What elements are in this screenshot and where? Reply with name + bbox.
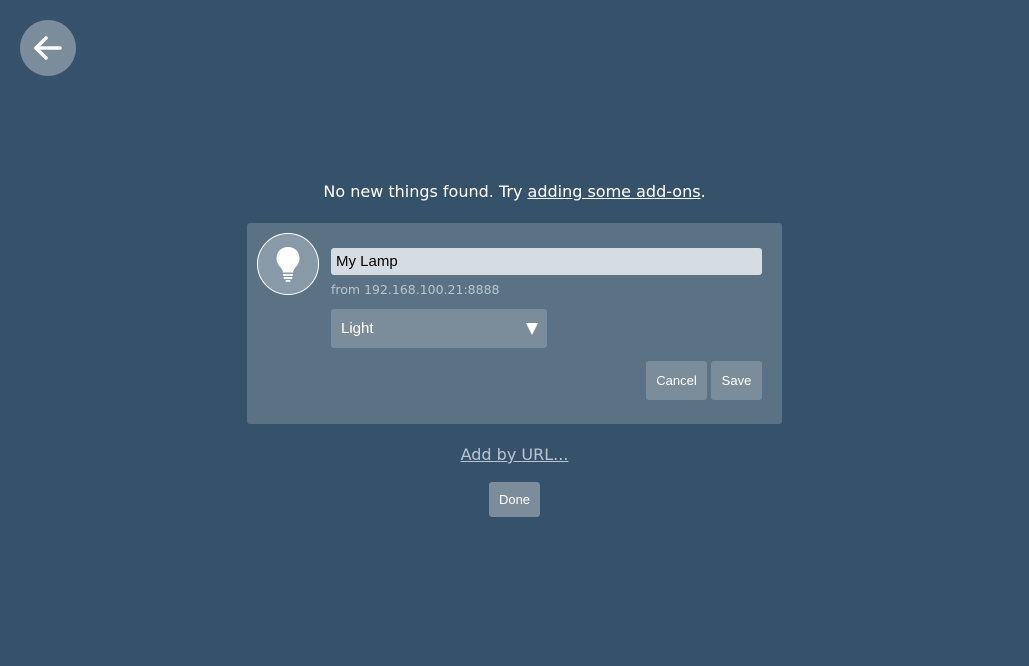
back-button[interactable] (20, 20, 76, 76)
thing-origin: from 192.168.100.21:8888 (331, 282, 500, 297)
arrow-left-icon (34, 36, 62, 60)
add-by-url-container: Add by URL... (0, 444, 1029, 466)
thing-icon[interactable] (257, 233, 319, 295)
add-by-url-link[interactable]: Add by URL... (461, 445, 569, 464)
save-button[interactable]: Save (711, 361, 762, 400)
add-ons-link[interactable]: adding some add-ons (528, 182, 701, 201)
done-button[interactable]: Done (489, 482, 540, 517)
thing-name-input[interactable] (331, 248, 762, 275)
thing-type-value: Light (341, 320, 374, 337)
cancel-button[interactable]: Cancel (646, 361, 707, 400)
thing-type-select[interactable]: Light (331, 309, 547, 348)
lightbulb-icon (276, 247, 300, 282)
dropdown-arrow-icon (526, 323, 538, 335)
message-suffix: . (700, 182, 706, 201)
message-prefix: No new things found. Try (323, 182, 528, 201)
no-things-message: No new things found. Try adding some add… (0, 181, 1029, 203)
new-thing-card: from 192.168.100.21:8888 Light Cancel Sa… (247, 223, 782, 424)
